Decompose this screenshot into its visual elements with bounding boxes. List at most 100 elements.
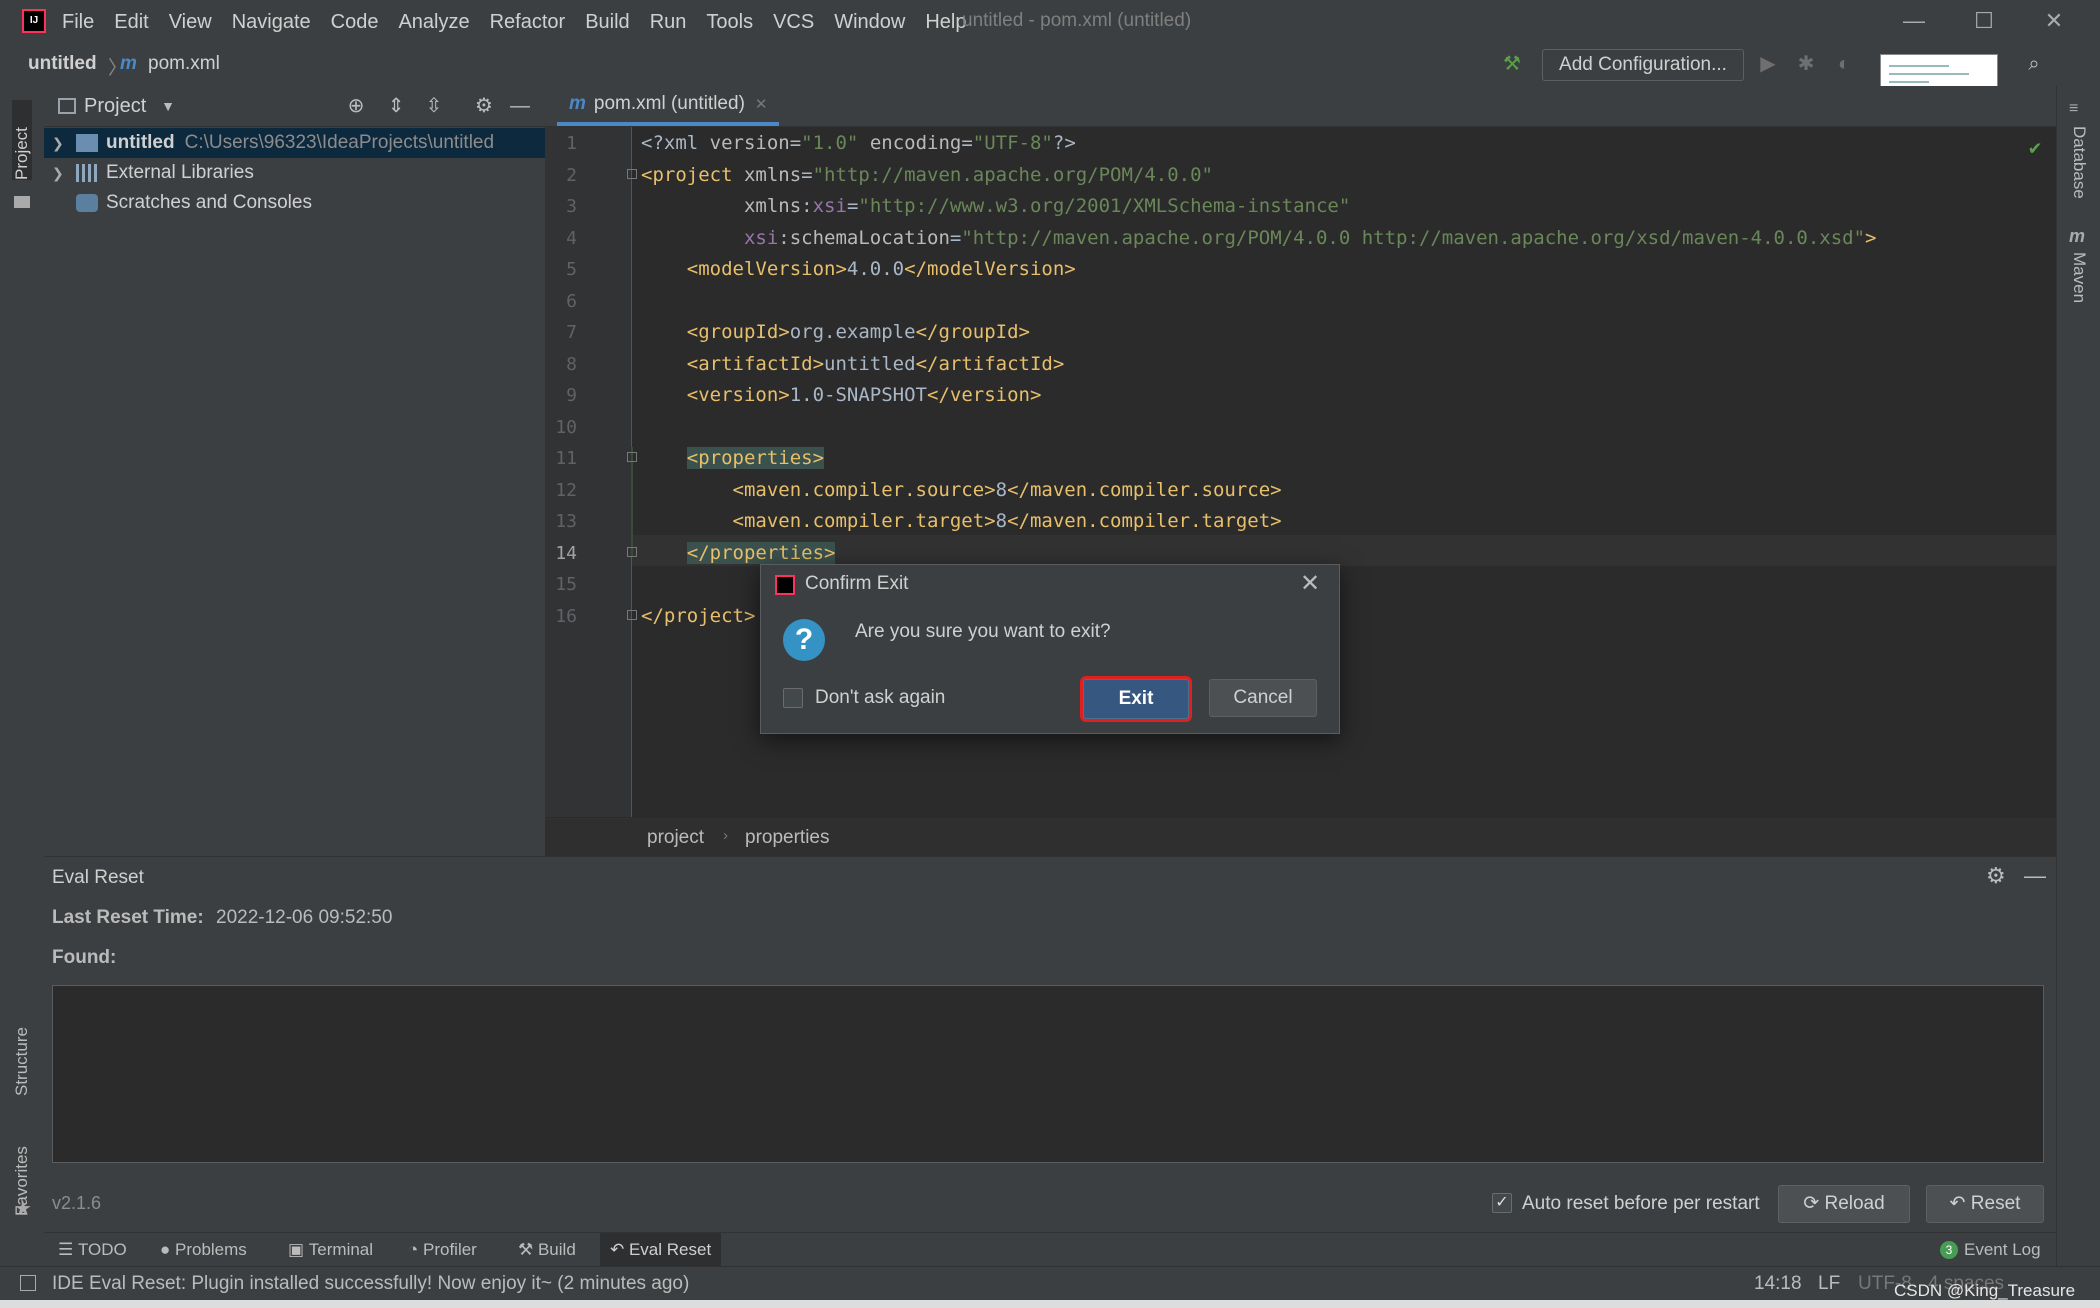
caret-position[interactable]: 14:18 bbox=[1754, 1273, 1802, 1295]
menu-navigate[interactable]: Navigate bbox=[232, 11, 311, 34]
fold-marker-icon[interactable] bbox=[627, 169, 637, 179]
menu-view[interactable]: View bbox=[169, 11, 212, 34]
tab-todo[interactable]: ☰ TODO bbox=[58, 1233, 127, 1267]
database-icon: ≡ bbox=[2069, 100, 2079, 117]
auto-reset-label: Auto reset before per restart bbox=[1522, 1193, 1760, 1214]
project-view-selector[interactable]: Project bbox=[84, 95, 146, 118]
breadcrumb-project[interactable]: project bbox=[647, 827, 704, 849]
dont-ask-again-label[interactable]: Don't ask again bbox=[815, 687, 945, 709]
status-toggle-icon[interactable] bbox=[20, 1275, 36, 1291]
line-number: 7 bbox=[566, 322, 577, 343]
reset-button[interactable]: ↶ Reset bbox=[1926, 1185, 2044, 1223]
expand-all-icon[interactable]: ⇕ bbox=[384, 94, 408, 118]
eval-reset-tool-window: Eval Reset ⚙ — Last Reset Time: 2022-12-… bbox=[44, 856, 2056, 1233]
tab-eval-reset[interactable]: ↶ Eval Reset bbox=[600, 1233, 722, 1267]
menu-tools[interactable]: Tools bbox=[706, 11, 753, 34]
undo-icon: ↶ bbox=[1949, 1193, 1971, 1214]
menu-code[interactable]: Code bbox=[331, 11, 379, 34]
build-hammer-icon[interactable]: ⚒ bbox=[1500, 52, 1524, 76]
auto-reset-checkbox[interactable]: ✓ bbox=[1492, 1193, 1512, 1213]
main-menu: File Edit View Navigate Code Analyze Ref… bbox=[62, 0, 987, 44]
caret-line bbox=[631, 535, 2056, 566]
fold-marker-icon[interactable] bbox=[627, 452, 637, 462]
exit-button[interactable]: Exit bbox=[1083, 679, 1189, 719]
nav-project[interactable]: untitled bbox=[28, 53, 97, 75]
menu-analyze[interactable]: Analyze bbox=[398, 11, 469, 34]
found-list[interactable] bbox=[52, 985, 2044, 1163]
line-number: 1 bbox=[566, 133, 577, 154]
hide-panel-icon[interactable]: — bbox=[2024, 863, 2046, 889]
chevron-down-icon[interactable]: ▼ bbox=[156, 94, 180, 118]
breadcrumb-properties[interactable]: properties bbox=[745, 827, 830, 849]
close-window-icon[interactable]: ✕ bbox=[2036, 6, 2072, 36]
tree-item-untitled[interactable]: ❯ untitled C:\Users\96323\IdeaProjects\u… bbox=[44, 128, 545, 158]
folder-icon bbox=[14, 196, 30, 208]
menu-window[interactable]: Window bbox=[834, 11, 905, 34]
fold-marker-icon[interactable] bbox=[627, 610, 637, 620]
undo-icon: ↶ bbox=[610, 1240, 629, 1259]
event-count-badge: 3 bbox=[1940, 1241, 1958, 1259]
cancel-button[interactable]: Cancel bbox=[1209, 679, 1317, 717]
tree-item-label: untitled bbox=[106, 132, 175, 153]
reload-icon: ⟳ bbox=[1803, 1193, 1825, 1214]
tab-terminal[interactable]: ▣ Terminal bbox=[288, 1233, 373, 1267]
debug-icon[interactable]: ✱ bbox=[1794, 52, 1818, 76]
reload-button[interactable]: ⟳ Reload bbox=[1778, 1185, 1910, 1223]
run-icon[interactable]: ▶ bbox=[1756, 52, 1780, 76]
menu-edit[interactable]: Edit bbox=[114, 11, 148, 34]
editor-breadcrumb: project › properties bbox=[545, 818, 2056, 857]
tab-build[interactable]: ⚒ Build bbox=[518, 1233, 576, 1267]
maximize-icon[interactable]: ☐ bbox=[1966, 6, 2002, 36]
tree-item-scratches[interactable]: Scratches and Consoles bbox=[44, 188, 545, 218]
menu-build[interactable]: Build bbox=[585, 11, 629, 34]
found-label: Found: bbox=[52, 947, 117, 968]
nav-file[interactable]: pom.xml bbox=[148, 53, 220, 75]
stripe-maven-tab[interactable]: Maven bbox=[2069, 252, 2089, 332]
close-icon[interactable]: ✕ bbox=[1295, 569, 1325, 599]
code-line-9: <version>1.0-SNAPSHOT</version> bbox=[686, 384, 1042, 406]
minimize-icon[interactable]: — bbox=[1896, 6, 1932, 36]
right-tool-stripe: ≡ Database m Maven bbox=[2056, 86, 2100, 1266]
library-icon bbox=[76, 164, 98, 182]
menu-vcs[interactable]: VCS bbox=[773, 11, 814, 34]
tab-profiler[interactable]: ◔ Profiler bbox=[408, 1233, 477, 1267]
bottom-tool-tabs: ☰ TODO ● Problems ▣ Terminal ◔ Profiler … bbox=[44, 1232, 2056, 1267]
event-log-button[interactable]: 3 Event Log bbox=[1940, 1233, 2041, 1267]
menu-file[interactable]: File bbox=[62, 11, 94, 34]
tool-window-title: Eval Reset bbox=[52, 867, 144, 888]
gear-icon[interactable]: ⚙ bbox=[472, 94, 496, 118]
status-message[interactable]: IDE Eval Reset: Plugin installed success… bbox=[52, 1273, 689, 1295]
line-number: 12 bbox=[555, 480, 577, 501]
collapse-all-icon[interactable]: ⇳ bbox=[422, 94, 446, 118]
menu-help[interactable]: Help bbox=[925, 11, 966, 34]
stripe-project-tab[interactable]: Project bbox=[12, 100, 32, 180]
chevron-right-icon[interactable]: ❯ bbox=[52, 135, 70, 152]
close-tab-icon[interactable]: ✕ bbox=[755, 95, 768, 113]
menu-refactor[interactable]: Refactor bbox=[490, 11, 566, 34]
hide-panel-icon[interactable]: — bbox=[508, 94, 532, 118]
menu-run[interactable]: Run bbox=[650, 11, 687, 34]
gear-icon[interactable]: ⚙ bbox=[1986, 863, 2006, 889]
search-everywhere-icon[interactable]: ⌕ bbox=[2022, 52, 2046, 76]
chevron-right-icon[interactable]: ❯ bbox=[52, 165, 70, 182]
stripe-structure-tab[interactable]: Structure bbox=[12, 986, 32, 1096]
coverage-icon[interactable]: ◐ bbox=[1832, 52, 1856, 76]
tab-problems[interactable]: ● Problems bbox=[160, 1233, 247, 1267]
line-separator[interactable]: LF bbox=[1818, 1273, 1840, 1295]
dont-ask-again-checkbox[interactable] bbox=[783, 688, 803, 708]
maven-icon: m bbox=[2069, 226, 2086, 246]
code-line-8: <artifactId>untitled</artifactId> bbox=[686, 353, 1065, 375]
tab-pom-xml[interactable]: m pom.xml (untitled) ✕ bbox=[557, 86, 780, 126]
stripe-database-tab[interactable]: Database bbox=[2069, 126, 2089, 226]
add-configuration-button[interactable]: Add Configuration... bbox=[1542, 49, 1744, 81]
fold-marker-icon[interactable] bbox=[627, 547, 637, 557]
code-line-5: <modelVersion>4.0.0</modelVersion> bbox=[686, 258, 1076, 280]
profiler-icon: ◔ bbox=[408, 1240, 423, 1259]
tree-item-external-libraries[interactable]: ❯ External Libraries bbox=[44, 158, 545, 188]
confirm-exit-dialog: Confirm Exit ✕ ? Are you sure you want t… bbox=[760, 564, 1340, 734]
problems-icon: ● bbox=[160, 1240, 175, 1259]
chevron-right-icon: › bbox=[723, 827, 728, 844]
tree-item-label: External Libraries bbox=[106, 162, 254, 183]
inspection-ok-icon: ✔ bbox=[2029, 135, 2042, 159]
locate-icon[interactable]: ⊕ bbox=[344, 94, 368, 118]
